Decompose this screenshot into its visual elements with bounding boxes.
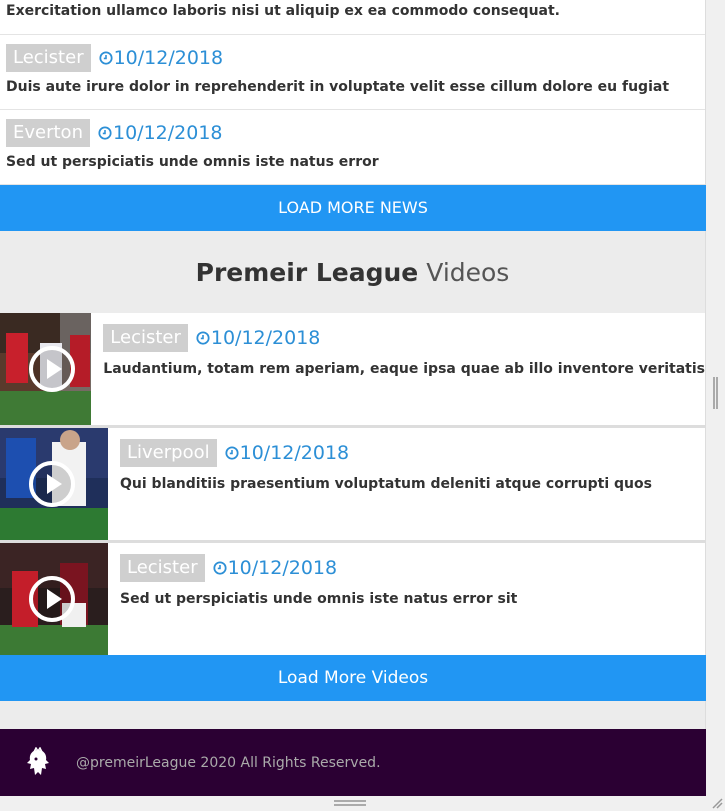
video-meta: Lecister 10/12/2018 bbox=[103, 323, 705, 353]
video-date: 10/12/2018 bbox=[196, 327, 321, 349]
video-date-text: 10/12/2018 bbox=[210, 327, 321, 349]
video-meta: Lecister 10/12/2018 bbox=[120, 553, 517, 583]
news-headline[interactable]: Sed ut perspiciatis unde omnis iste natu… bbox=[6, 154, 699, 170]
load-more-videos-button[interactable]: Load More Videos bbox=[0, 655, 706, 701]
play-icon[interactable] bbox=[28, 575, 76, 623]
video-info: Lecister 10/12/2018 Sed ut perspiciatis … bbox=[108, 543, 517, 655]
clock-icon bbox=[196, 331, 210, 345]
news-headline[interactable]: Duis aute irure dolor in reprehenderit i… bbox=[6, 79, 699, 95]
resize-grip-icon[interactable] bbox=[711, 797, 723, 809]
page-frame: Exercitation ullamco laboris nisi ut ali… bbox=[0, 0, 706, 796]
news-meta: Everton 10/12/2018 bbox=[6, 118, 699, 148]
videos-title-light: Videos bbox=[426, 257, 510, 287]
video-info: Lecister 10/12/2018 Laudantium, totam re… bbox=[91, 313, 705, 425]
team-tag[interactable]: Lecister bbox=[103, 324, 188, 352]
lion-crest-icon bbox=[27, 746, 49, 775]
video-thumbnail[interactable] bbox=[0, 313, 92, 425]
news-item[interactable]: Lecister 10/12/2018 Duis aute irure dolo… bbox=[0, 35, 705, 110]
team-tag[interactable]: Everton bbox=[6, 119, 90, 147]
clock-icon bbox=[213, 561, 227, 575]
copyright-text: @premeirLeague 2020 All Rights Reserved. bbox=[76, 754, 381, 771]
news-date-text: 10/12/2018 bbox=[112, 122, 223, 144]
play-icon[interactable] bbox=[28, 345, 76, 393]
clock-icon bbox=[99, 51, 113, 65]
play-icon[interactable] bbox=[28, 460, 76, 508]
video-date-text: 10/12/2018 bbox=[239, 442, 350, 464]
footer: @premeirLeague 2020 All Rights Reserved. bbox=[0, 729, 706, 796]
video-headline[interactable]: Sed ut perspiciatis unde omnis iste natu… bbox=[120, 591, 517, 607]
video-headline[interactable]: Qui blanditiis praesentium voluptatum de… bbox=[120, 476, 652, 492]
video-thumbnail[interactable] bbox=[0, 428, 108, 540]
team-tag[interactable]: Lecister bbox=[120, 554, 205, 582]
video-info: Liverpool 10/12/2018 Qui blanditiis prae… bbox=[108, 428, 652, 540]
news-date-text: 10/12/2018 bbox=[113, 47, 224, 69]
news-headline[interactable]: Exercitation ullamco laboris nisi ut ali… bbox=[6, 3, 699, 19]
team-tag[interactable]: Liverpool bbox=[120, 439, 217, 467]
team-tag[interactable]: Lecister bbox=[6, 44, 91, 72]
video-date: 10/12/2018 bbox=[225, 442, 350, 464]
video-item[interactable]: Liverpool 10/12/2018 Qui blanditiis prae… bbox=[0, 428, 705, 543]
clock-icon bbox=[225, 446, 239, 460]
video-headline[interactable]: Laudantium, totam rem aperiam, eaque ips… bbox=[103, 361, 705, 377]
video-item[interactable]: Lecister 10/12/2018 Laudantium, totam re… bbox=[0, 313, 705, 428]
premier-league-logo[interactable] bbox=[12, 737, 64, 789]
videos-title-bold: Premeir League bbox=[195, 257, 419, 287]
video-date: 10/12/2018 bbox=[213, 557, 338, 579]
video-meta: Liverpool 10/12/2018 bbox=[120, 438, 652, 468]
load-more-news-button[interactable]: LOAD MORE NEWS bbox=[0, 185, 706, 231]
clock-icon bbox=[98, 126, 112, 140]
video-date-text: 10/12/2018 bbox=[227, 557, 338, 579]
video-item[interactable]: Lecister 10/12/2018 Sed ut perspiciatis … bbox=[0, 543, 705, 658]
news-item[interactable]: Everton 10/12/2018 Sed ut perspiciatis u… bbox=[0, 110, 705, 185]
news-date: 10/12/2018 bbox=[98, 122, 223, 144]
drag-handle[interactable] bbox=[334, 800, 366, 806]
video-thumbnail[interactable] bbox=[0, 543, 108, 655]
scrollbar-handle[interactable] bbox=[713, 377, 718, 409]
news-date: 10/12/2018 bbox=[99, 47, 224, 69]
news-item[interactable]: Exercitation ullamco laboris nisi ut ali… bbox=[0, 0, 705, 35]
videos-section-title: Premeir League Videos bbox=[0, 231, 705, 313]
news-meta: Lecister 10/12/2018 bbox=[6, 43, 699, 73]
